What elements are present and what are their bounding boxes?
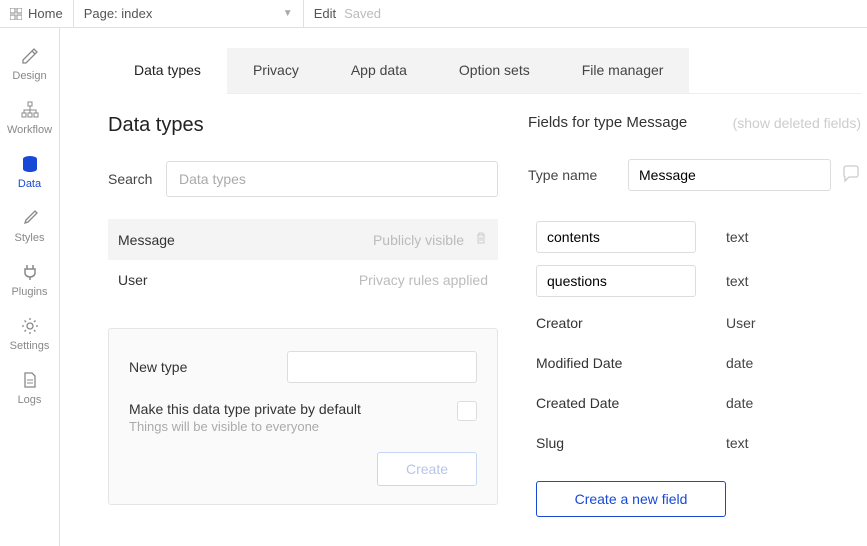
field-row: Slug text <box>528 423 861 463</box>
search-input[interactable] <box>166 161 498 197</box>
show-deleted-link[interactable]: (show deleted fields) <box>733 115 861 131</box>
sidebar-item-styles[interactable]: Styles <box>0 200 60 254</box>
field-type: date <box>726 395 753 411</box>
sidebar-item-label: Design <box>12 70 46 82</box>
field-type: text <box>726 435 749 451</box>
gear-icon <box>20 316 40 336</box>
tab-privacy[interactable]: Privacy <box>227 48 325 93</box>
page-selector[interactable]: Page: index ▼ <box>74 0 304 28</box>
sidebar-item-data[interactable]: Data <box>0 146 60 200</box>
sidebar: Design Workflow Data Styles Plugins Sett… <box>0 28 60 546</box>
field-row: text <box>528 215 861 259</box>
tab-app-data[interactable]: App data <box>325 48 433 93</box>
sidebar-item-label: Settings <box>10 340 50 352</box>
sidebar-item-label: Data <box>18 178 41 190</box>
home-label: Home <box>28 6 63 21</box>
database-icon <box>20 154 40 174</box>
sidebar-item-workflow[interactable]: Workflow <box>0 92 60 146</box>
type-name-label: Type name <box>528 167 618 183</box>
page-label: Page: index <box>84 6 153 21</box>
private-checkbox[interactable] <box>457 401 477 421</box>
field-row: Created Date date <box>528 383 861 423</box>
edit-label: Edit <box>314 6 336 21</box>
field-name-input[interactable] <box>536 265 696 297</box>
chevron-down-icon: ▼ <box>283 8 293 19</box>
create-button[interactable]: Create <box>377 452 477 486</box>
new-type-panel: New type Make this data type private by … <box>108 328 498 505</box>
type-status: Privacy rules applied <box>359 272 488 288</box>
sidebar-item-plugins[interactable]: Plugins <box>0 254 60 308</box>
sidebar-item-logs[interactable]: Logs <box>0 362 60 416</box>
sidebar-item-settings[interactable]: Settings <box>0 308 60 362</box>
field-name: Modified Date <box>536 349 706 377</box>
type-name: User <box>118 272 148 288</box>
field-type: text <box>726 229 749 245</box>
pencil-ruler-icon <box>20 46 40 66</box>
field-row: Modified Date date <box>528 343 861 383</box>
field-name: Created Date <box>536 389 706 417</box>
field-name: Slug <box>536 429 706 457</box>
type-name: Message <box>118 232 175 248</box>
tab-data-types[interactable]: Data types <box>108 48 227 94</box>
sidebar-item-label: Plugins <box>11 286 47 298</box>
field-row: text <box>528 259 861 303</box>
field-type: text <box>726 273 749 289</box>
home-button[interactable]: Home <box>0 0 74 28</box>
fields-title: Fields for type Message <box>528 114 687 131</box>
file-icon <box>20 370 40 390</box>
sidebar-item-label: Styles <box>15 232 45 244</box>
create-field-button[interactable]: Create a new field <box>536 481 726 517</box>
brush-icon <box>20 208 40 228</box>
type-row-user[interactable]: User Privacy rules applied <box>108 260 498 300</box>
tab-file-manager[interactable]: File manager <box>556 48 690 93</box>
trash-icon[interactable] <box>474 231 488 248</box>
field-name: Creator <box>536 309 706 337</box>
sidebar-item-label: Workflow <box>7 124 52 136</box>
comment-icon[interactable] <box>841 164 861 187</box>
sitemap-icon <box>20 100 40 120</box>
private-hint: Things will be visible to everyone <box>129 419 361 434</box>
sidebar-item-label: Logs <box>18 394 42 406</box>
type-status: Publicly visible <box>373 232 464 248</box>
plug-icon <box>20 262 40 282</box>
sidebar-item-design[interactable]: Design <box>0 38 60 92</box>
type-row-message[interactable]: Message Publicly visible <box>108 219 498 260</box>
field-type: date <box>726 355 753 371</box>
saved-status: Saved <box>336 6 381 21</box>
search-label: Search <box>108 171 166 187</box>
field-name-input[interactable] <box>536 221 696 253</box>
private-label: Make this data type private by default <box>129 401 361 417</box>
edit-button[interactable]: Edit Saved <box>304 0 391 28</box>
tabs: Data types Privacy App data Option sets … <box>108 48 861 94</box>
type-name-input[interactable] <box>628 159 831 191</box>
page-title: Data types <box>108 114 498 137</box>
grid-icon <box>10 8 22 20</box>
new-type-label: New type <box>129 359 187 375</box>
tab-option-sets[interactable]: Option sets <box>433 48 556 93</box>
field-type: User <box>726 315 756 331</box>
new-type-input[interactable] <box>287 351 477 383</box>
field-row: Creator User <box>528 303 861 343</box>
